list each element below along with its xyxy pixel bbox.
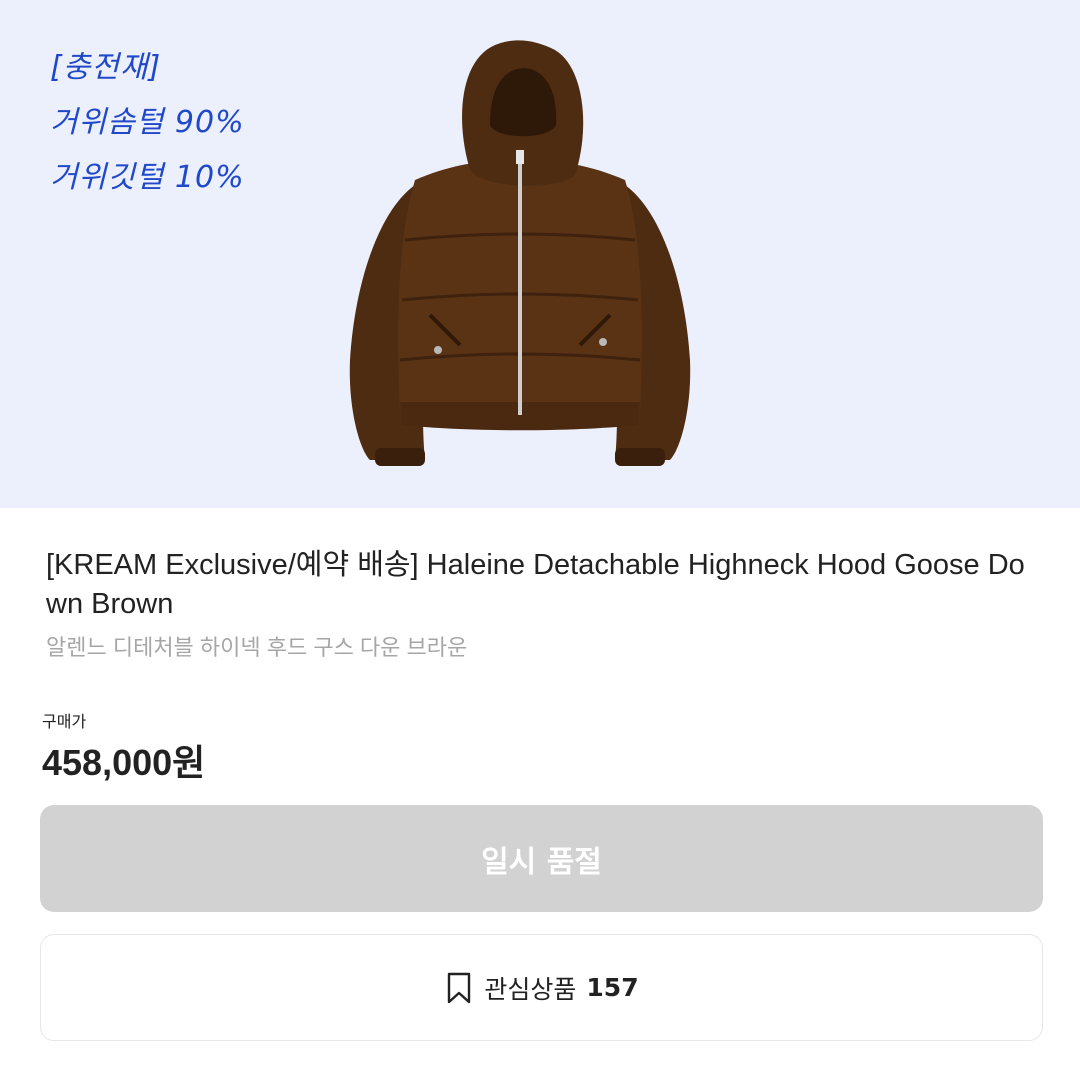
wishlist-button[interactable]: 관심상품 157 bbox=[40, 934, 1043, 1041]
product-image-area: [충전재] 거위솜털 90% 거위깃털 10% bbox=[0, 0, 1080, 508]
soldout-button[interactable]: 일시 품절 bbox=[40, 805, 1043, 912]
soldout-label: 일시 품절 bbox=[481, 844, 602, 880]
product-subtitle: 알렌느 디테처블 하이넥 후드 구스 다운 브라운 bbox=[46, 635, 468, 660]
wishlist-label: 관심상품 bbox=[484, 974, 577, 1004]
filling-note-down: 거위솜털 90% bbox=[50, 105, 245, 140]
bookmark-icon bbox=[448, 972, 471, 1003]
price-label: 구매가 bbox=[42, 714, 87, 731]
product-title: [KREAM Exclusive/예약 배송] Haleine Detachab… bbox=[46, 549, 1025, 620]
wishlist-count: 157 bbox=[586, 973, 639, 1002]
product-image bbox=[349, 40, 691, 466]
jacket-right-cuff bbox=[615, 448, 665, 466]
price-value: 458,000원 bbox=[42, 742, 206, 783]
filling-note-heading: [충전재] bbox=[50, 50, 162, 85]
jacket-left-cuff bbox=[375, 448, 425, 466]
filling-note-feather: 거위깃털 10% bbox=[50, 160, 245, 195]
filling-notes: [충전재] 거위솜털 90% 거위깃털 10% bbox=[50, 40, 245, 205]
